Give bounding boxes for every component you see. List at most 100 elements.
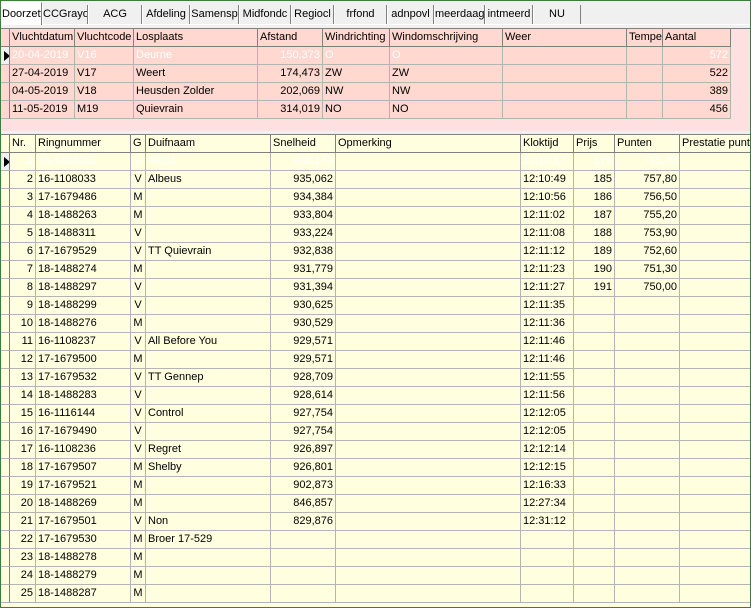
flights-cell-losplaats[interactable]: Quievrain [134,101,258,119]
row-indicator[interactable] [1,405,10,423]
results-cell-duifnaam[interactable] [146,315,271,333]
results-cell-prestatie-punten[interactable] [680,333,750,351]
flights-cell-weer[interactable] [503,47,627,65]
results-cell-punten[interactable] [615,405,680,423]
tab-meerdaag[interactable]: meerdaag [434,5,485,24]
results-cell-prijs[interactable] [574,531,615,549]
results-cell-kloktijd[interactable]: 12:31:12 [521,513,574,531]
results-cell-kloktijd[interactable] [521,585,574,603]
results-cell-prijs[interactable]: 189 [574,243,615,261]
flights-cell-vluchtdatum[interactable]: 27-04-2019 [10,65,75,83]
results-cell-prijs[interactable]: 190 [574,261,615,279]
results-row[interactable]: 9 18-1488299 V 930,625 12:11:35 [1,297,750,315]
results-cell-prestatie-punten[interactable] [680,315,750,333]
results-cell-kloktijd[interactable]: 12:10:56 [521,189,574,207]
results-cell-prijs[interactable]: 188 [574,225,615,243]
results-cell-g[interactable]: V [131,153,146,171]
row-indicator[interactable] [1,261,10,279]
results-row[interactable]: 18 17-1679507 M Shelby 926,801 12:12:15 [1,459,750,477]
results-cell-opmerking[interactable] [336,297,521,315]
results-cell-kloktijd[interactable]: 12:27:34 [521,495,574,513]
results-cell-snelheid[interactable] [271,549,336,567]
results-cell-punten[interactable]: 752,60 [615,243,680,261]
flights-col-losplaats[interactable]: Losplaats [134,29,258,47]
results-cell-ringnummer[interactable]: 17-1679490 [36,423,131,441]
flights-cell-windrichting[interactable]: NW [323,83,390,101]
results-cell-prijs[interactable] [574,477,615,495]
flights-cell-afstand[interactable]: 314,019 [258,101,323,119]
results-cell-prestatie-punten[interactable] [680,189,750,207]
results-cell-nr-[interactable]: 8 [10,279,36,297]
results-cell-nr-[interactable]: 14 [10,387,36,405]
results-col-duifnaam[interactable]: Duifnaam [146,135,271,153]
results-cell-prestatie-punten[interactable] [680,297,750,315]
results-cell-kloktijd[interactable]: 12:11:12 [521,243,574,261]
results-cell-opmerking[interactable] [336,225,521,243]
row-indicator[interactable] [1,225,10,243]
flights-cell-afstand[interactable]: 174,473 [258,65,323,83]
results-col-snelheid[interactable]: Snelheid [271,135,336,153]
results-cell-g[interactable]: V [131,225,146,243]
results-cell-g[interactable]: V [131,333,146,351]
results-cell-punten[interactable] [615,513,680,531]
results-cell-g[interactable]: V [131,369,146,387]
results-cell-opmerking[interactable] [336,351,521,369]
results-cell-prijs[interactable] [574,567,615,585]
flights-cell-vluchtcode[interactable]: V17 [75,65,134,83]
flights-cell-windomschrijving[interactable]: ZW [390,65,503,83]
results-cell-g[interactable]: M [131,531,146,549]
tab-acg[interactable]: ACG [88,5,142,24]
results-cell-g[interactable]: V [131,513,146,531]
results-cell-ringnummer[interactable]: 18-1488299 [36,297,131,315]
results-cell-snelheid[interactable]: 829,876 [271,513,336,531]
flights-cell-aantal[interactable]: 389 [663,83,731,101]
flights-cell-vluchtdatum[interactable]: 04-05-2019 [10,83,75,101]
results-cell-ringnummer[interactable]: 18-1488287 [36,585,131,603]
results-cell-prestatie-punten[interactable] [680,585,750,603]
results-cell-g[interactable]: M [131,315,146,333]
results-cell-kloktijd[interactable]: 12:12:15 [521,459,574,477]
results-cell-duifnaam[interactable] [146,189,271,207]
results-cell-snelheid[interactable]: 927,754 [271,405,336,423]
row-indicator[interactable] [1,513,10,531]
results-cell-nr-[interactable]: 24 [10,567,36,585]
results-cell-punten[interactable] [615,441,680,459]
results-cell-prestatie-punten[interactable] [680,549,750,567]
results-cell-prijs[interactable] [574,513,615,531]
results-cell-opmerking[interactable] [336,243,521,261]
results-cell-prijs[interactable] [574,495,615,513]
flights-col-windomschrijving[interactable]: Windomschrijving [390,29,503,47]
results-cell-ringnummer[interactable]: 17-1679486 [36,189,131,207]
results-col-punten[interactable]: Punten [615,135,680,153]
results-cell-g[interactable]: M [131,459,146,477]
row-indicator[interactable] [1,567,10,585]
results-cell-ringnummer[interactable]: 18-1488283 [36,387,131,405]
results-cell-kloktijd[interactable]: 12:12:05 [521,405,574,423]
results-row[interactable]: 2 16-1108033 V Albeus 935,062 12:10:49 185 757,… [1,171,750,189]
results-row[interactable]: 21 17-1679501 V Non 829,876 12:31:12 [1,513,750,531]
results-cell-kloktijd[interactable]: 12:11:35 [521,297,574,315]
results-cell-prestatie-punten[interactable] [680,351,750,369]
results-cell-duifnaam[interactable]: Shelby [146,459,271,477]
results-cell-snelheid[interactable]: 929,571 [271,351,336,369]
results-cell-prijs[interactable] [574,333,615,351]
results-cell-prijs[interactable] [574,297,615,315]
results-cell-nr-[interactable]: 3 [10,189,36,207]
results-cell-punten[interactable]: 751,30 [615,261,680,279]
results-row[interactable]: 24 18-1488279 M [1,567,750,585]
results-cell-nr-[interactable]: 13 [10,369,36,387]
results-col-opmerking[interactable]: Opmerking [336,135,521,153]
results-cell-snelheid[interactable]: 933,224 [271,225,336,243]
results-cell-snelheid[interactable]: 902,873 [271,477,336,495]
results-row[interactable]: 19 17-1679521 M 902,873 12:16:33 [1,477,750,495]
row-indicator[interactable] [1,171,10,189]
results-cell-duifnaam[interactable] [146,207,271,225]
flights-cell-windrichting[interactable]: NO [323,101,390,119]
results-cell-nr-[interactable]: 22 [10,531,36,549]
results-cell-opmerking[interactable] [336,423,521,441]
results-cell-punten[interactable] [615,477,680,495]
results-cell-snelheid[interactable]: 938,173 [271,153,336,171]
flights-row[interactable]: 11-05-2019 M19 Quievrain 314,019 NO NO 456 [1,101,731,119]
results-cell-snelheid[interactable]: 926,801 [271,459,336,477]
results-cell-g[interactable]: M [131,207,146,225]
